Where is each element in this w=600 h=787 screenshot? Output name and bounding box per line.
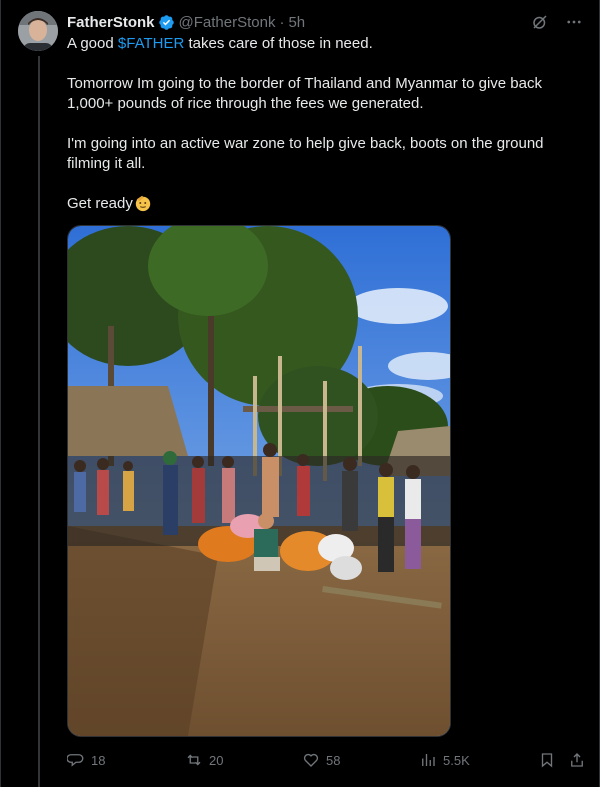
tweet-paragraph-2: Tomorrow Im going to the border of Thail… bbox=[67, 75, 542, 112]
heart-icon bbox=[303, 753, 319, 767]
text-segment: Get ready bbox=[67, 195, 133, 212]
view-count: 5.5K bbox=[443, 752, 470, 768]
more-icon[interactable] bbox=[564, 12, 584, 32]
tweet-paragraph-1: A good $FATHER takes care of those in ne… bbox=[67, 34, 577, 54]
reply-icon bbox=[67, 754, 84, 767]
text-segment: takes care of those in need. bbox=[184, 35, 373, 52]
author-handle[interactable]: @FatherStonk bbox=[179, 14, 276, 31]
reply-button[interactable]: 18 bbox=[67, 751, 105, 769]
cashtag-link[interactable]: $FATHER bbox=[118, 35, 184, 52]
saluting-face-emoji bbox=[134, 194, 152, 212]
repost-button[interactable]: 20 bbox=[185, 751, 223, 769]
tweet-paragraph-4: Get ready bbox=[67, 194, 577, 214]
like-count: 58 bbox=[326, 752, 341, 768]
views-button[interactable]: 5.5K bbox=[419, 751, 470, 769]
top-right-icons bbox=[530, 12, 584, 32]
share-icon bbox=[571, 753, 583, 767]
frame-border-left bbox=[0, 0, 1, 787]
repost-icon bbox=[187, 754, 201, 766]
tweet-paragraph-3: I'm going into an active war zone to hel… bbox=[67, 135, 544, 172]
tweet-text: A good $FATHER takes care of those in ne… bbox=[67, 34, 577, 234]
thread-line bbox=[38, 56, 40, 787]
separator-dot: · bbox=[279, 13, 285, 31]
tweet-header: FatherStonk @FatherStonk · 5h bbox=[67, 12, 305, 32]
avatar[interactable] bbox=[18, 11, 58, 51]
timestamp[interactable]: 5h bbox=[288, 14, 305, 31]
verified-badge-icon bbox=[158, 14, 175, 31]
views-icon bbox=[422, 754, 435, 766]
grok-icon[interactable] bbox=[530, 12, 550, 32]
bookmark-icon bbox=[541, 753, 553, 768]
reply-count: 18 bbox=[91, 752, 106, 768]
text-segment: A good bbox=[67, 35, 118, 52]
tweet-actions: 18 20 58 5.5K bbox=[67, 750, 587, 770]
author-name[interactable]: FatherStonk bbox=[67, 14, 155, 31]
share-button[interactable] bbox=[568, 751, 586, 769]
bookmark-button[interactable] bbox=[538, 751, 556, 769]
photo-image bbox=[68, 226, 450, 736]
like-button[interactable]: 58 bbox=[302, 751, 340, 769]
repost-count: 20 bbox=[209, 752, 224, 768]
tweet-photo[interactable] bbox=[67, 225, 451, 737]
